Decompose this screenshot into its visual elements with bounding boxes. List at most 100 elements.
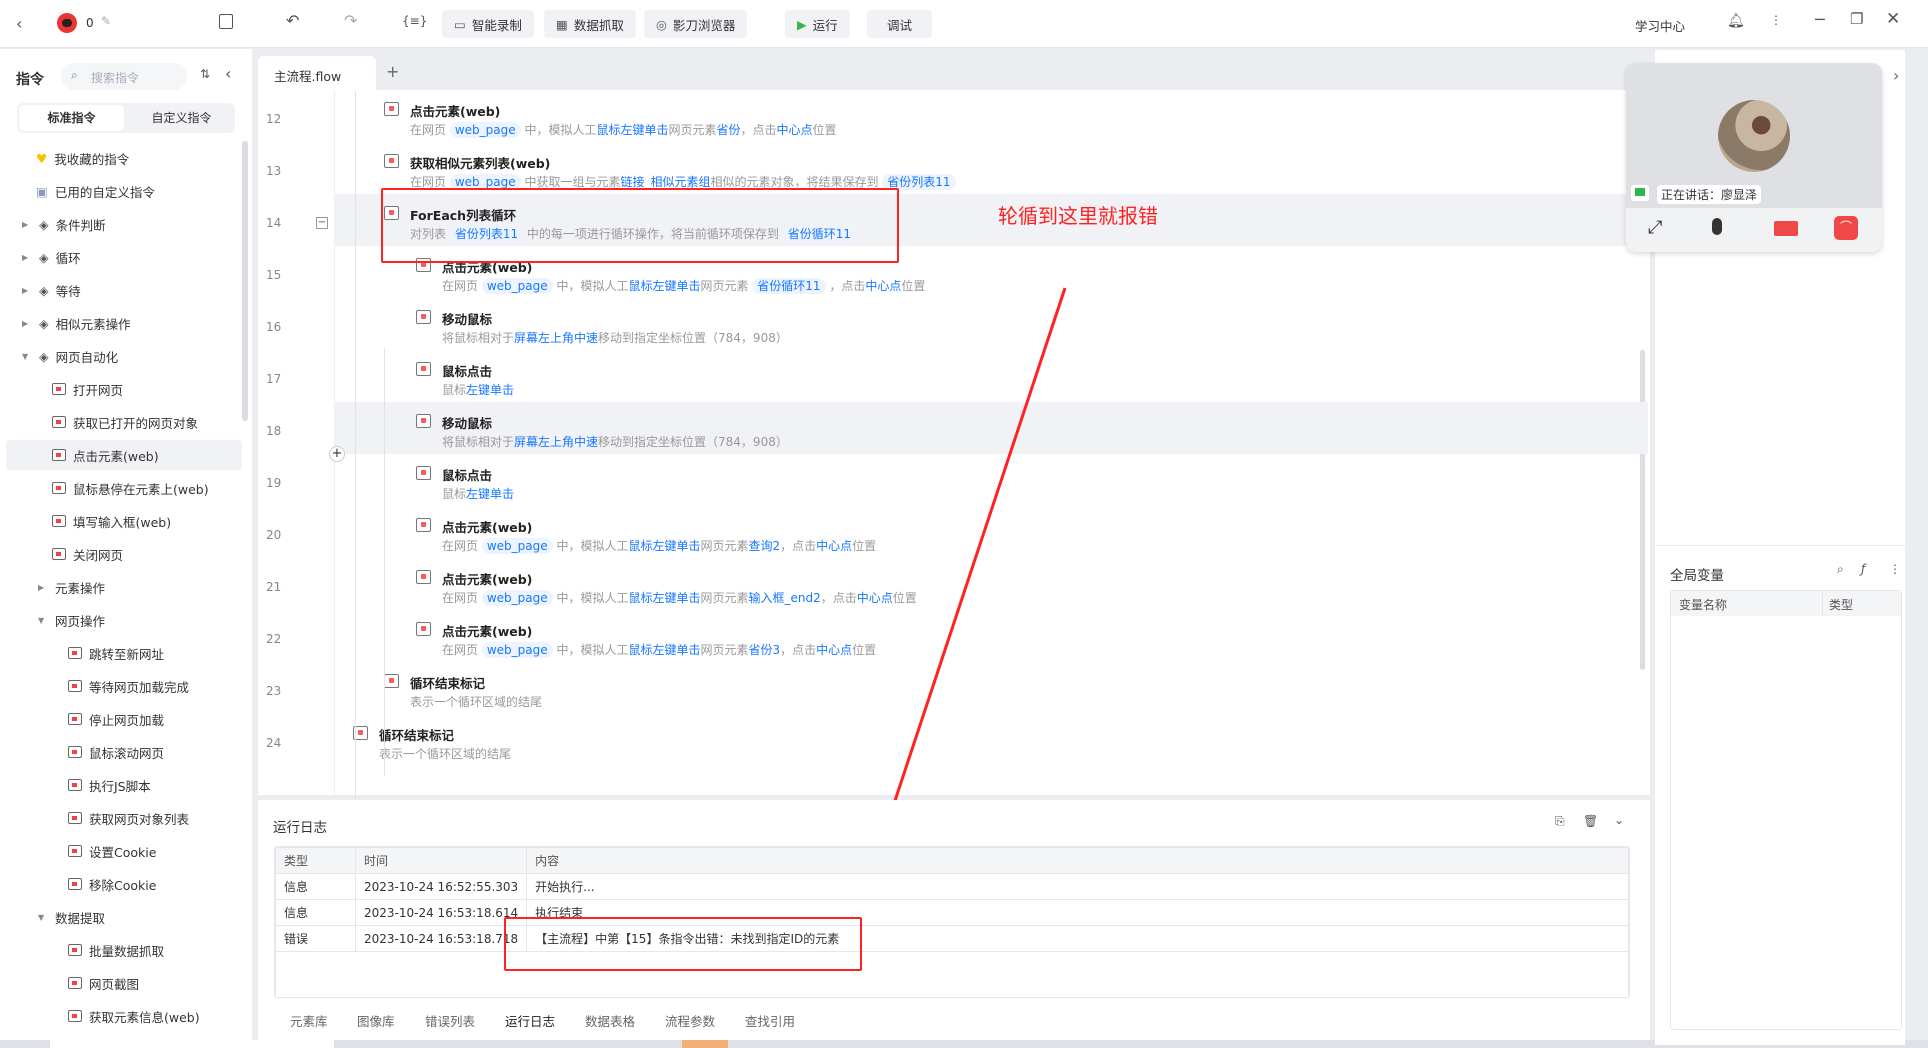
edit-icon[interactable]: ✎	[101, 14, 111, 28]
parameter-link[interactable]: 中心点	[777, 123, 813, 137]
microphone-icon[interactable]	[1712, 218, 1722, 235]
parameter-link[interactable]: 查询2	[748, 539, 780, 553]
sidebar-item[interactable]: 鼠标悬停在元素上(web)	[52, 473, 209, 503]
collapse-loop-icon[interactable]: −	[316, 217, 328, 229]
debug-button[interactable]: 调试	[867, 10, 933, 38]
caret-right-icon[interactable]: ▶	[22, 220, 32, 229]
add-tab-icon[interactable]: +	[386, 62, 399, 81]
sidebar-item[interactable]: ♥ 我收藏的指令	[36, 143, 129, 173]
run-button[interactable]: ▶ 运行	[785, 10, 850, 38]
restore-icon[interactable]: ❐	[1850, 10, 1863, 28]
sidebar-item[interactable]: ▼ 网页操作	[38, 605, 105, 635]
sidebar-scrollbar[interactable]	[242, 141, 248, 421]
bottom-tab[interactable]: 数据表格	[585, 1011, 635, 1030]
sidebar-item[interactable]: 设置Cookie	[68, 836, 156, 866]
sort-icon[interactable]: ⇅	[200, 67, 210, 81]
variable-chip[interactable]: web_page	[449, 122, 521, 138]
parameter-link[interactable]: 省份	[716, 123, 740, 137]
parameter-link[interactable]: 中心点	[857, 591, 893, 605]
parameter-link[interactable]: 输入框_end2	[748, 591, 820, 605]
flow-step[interactable]: 点击元素(web) 在网页 web_page 中，模拟人工鼠标左键单击网页元素省份…	[335, 90, 1648, 142]
bottom-tab[interactable]: 图像库	[357, 1011, 395, 1030]
hang-up-button[interactable]: ⌒	[1834, 216, 1858, 240]
bottom-tab[interactable]: 元素库	[290, 1011, 328, 1030]
back-icon[interactable]: ‹	[16, 14, 22, 33]
sidebar-item[interactable]: ▶ 元素操作	[38, 572, 105, 602]
sidebar-item[interactable]: ▶ ◈ 条件判断	[22, 209, 106, 239]
parameter-link[interactable]: 省份3	[748, 643, 780, 657]
parameter-link[interactable]: 鼠标左键单击	[628, 643, 700, 657]
flow-step[interactable]: 循环结束标记 表示一个循环区域的结尾	[335, 662, 1648, 714]
parameter-link[interactable]: 鼠标左键单击	[628, 539, 700, 553]
flow-step[interactable]: 鼠标点击 鼠标左键单击	[335, 454, 1648, 506]
parameter-link[interactable]: 屏幕左上角中速	[514, 435, 598, 449]
sidebar-item[interactable]: 跳转至新网址	[68, 638, 164, 668]
caret-down-icon[interactable]: ▼	[38, 616, 48, 625]
sidebar-item[interactable]: ▣ 已用的自定义指令	[36, 176, 155, 206]
sidebar-item[interactable]: 关闭网页	[52, 539, 123, 569]
variable-chip[interactable]: web_page	[481, 278, 553, 294]
flow-step[interactable]: 移动鼠标 将鼠标相对于屏幕左上角中速移动到指定坐标位置（784，908）	[335, 402, 1648, 454]
sidebar-item[interactable]: ▶ ◈ 相似元素操作	[22, 308, 131, 338]
smart-record-button[interactable]: ▭ 智能录制	[442, 10, 534, 38]
variable-braces-icon[interactable]: {≡}	[402, 14, 427, 28]
flow-step[interactable]: 循环结束标记 表示一个循环区域的结尾	[335, 714, 1648, 766]
collapse-panel-icon[interactable]: ⌄	[1614, 813, 1624, 827]
parameter-link[interactable]: 左键单击	[466, 487, 514, 501]
add-function-icon[interactable]: ƒ	[1861, 562, 1865, 576]
fullscreen-icon[interactable]: ⤢	[1648, 217, 1662, 238]
sidebar-item[interactable]: ▼ 数据提取	[38, 902, 105, 932]
insert-step-icon[interactable]: +	[329, 446, 345, 462]
caret-down-icon[interactable]: ▼	[38, 913, 48, 922]
parameter-link[interactable]: 鼠标左键单击	[628, 591, 700, 605]
undo-icon[interactable]: ↶	[286, 11, 299, 30]
flow-step[interactable]: 点击元素(web) 在网页 web_page 中，模拟人工鼠标左键单击网页元素查询…	[335, 506, 1648, 558]
more-icon[interactable]: ⋮	[1770, 13, 1782, 27]
flow-step[interactable]: 鼠标点击 鼠标左键单击	[335, 350, 1648, 402]
sidebar-item[interactable]: 批量数据抓取	[68, 935, 164, 965]
parameter-link[interactable]: 链接_相似元素组	[620, 175, 710, 189]
bottom-tab[interactable]: 运行日志	[505, 1011, 555, 1030]
sidebar-item[interactable]: ▼ ◈ 网页自动化	[22, 341, 118, 371]
sidebar-item[interactable]: 打开网页	[52, 374, 123, 404]
sidebar-item[interactable]: ▶ ◈ 循环	[22, 242, 81, 272]
minimize-icon[interactable]: ─	[1815, 10, 1825, 29]
search-variable-icon[interactable]: ⌕	[1837, 562, 1844, 577]
parameter-link[interactable]: 屏幕左上角中速	[514, 331, 598, 345]
horizontal-scrollbar[interactable]	[0, 1040, 1928, 1048]
learning-center-link[interactable]: 学习中心	[1635, 16, 1685, 35]
redo-icon[interactable]: ↷	[344, 11, 357, 30]
export-log-icon[interactable]: ⎘	[1555, 814, 1565, 829]
parameter-link[interactable]: 左键单击	[466, 383, 514, 397]
search-input[interactable]: ⌕ 搜索指令	[61, 63, 187, 90]
variable-chip[interactable]: 省份循环11	[752, 278, 826, 294]
sidebar-item[interactable]: 网页截图	[68, 968, 139, 998]
sidebar-item[interactable]: 移除Cookie	[68, 869, 156, 899]
sidebar-item[interactable]: 填写输入框(web)	[52, 506, 171, 536]
tab-custom[interactable]: 自定义指令	[129, 105, 234, 131]
clear-log-icon[interactable]: 🗑︎	[1583, 814, 1598, 828]
bottom-tab[interactable]: 流程参数	[665, 1011, 715, 1030]
parameter-link[interactable]: 中心点	[816, 539, 852, 553]
save-icon[interactable]	[219, 14, 233, 29]
camera-off-icon[interactable]	[1774, 221, 1798, 236]
sidebar-item[interactable]: 执行JS脚本	[68, 770, 151, 800]
sidebar-item[interactable]: 停止网页加载	[68, 704, 164, 734]
sidebar-item[interactable]: 获取网页对象列表	[68, 803, 189, 833]
sidebar-item[interactable]: 点击元素(web)	[6, 440, 242, 470]
caret-right-icon[interactable]: ▶	[22, 253, 32, 262]
caret-right-icon[interactable]: ▶	[38, 583, 48, 592]
parameter-link[interactable]: 中心点	[865, 279, 901, 293]
bottom-tab[interactable]: 错误列表	[425, 1011, 475, 1030]
sidebar-item[interactable]: 获取已打开的网页对象	[52, 407, 198, 437]
parameter-link[interactable]: 中心点	[816, 643, 852, 657]
expand-right-icon[interactable]: ›	[1893, 66, 1899, 85]
flow-step[interactable]: 点击元素(web) 在网页 web_page 中，模拟人工鼠标左键单击网页元素输入…	[335, 558, 1648, 610]
variable-chip[interactable]: web_page	[481, 590, 553, 606]
bottom-tab[interactable]: 查找引用	[745, 1011, 795, 1030]
variable-chip[interactable]: web_page	[481, 642, 553, 658]
tab-main-flow[interactable]: 主流程.flow	[258, 56, 376, 90]
sidebar-item[interactable]: 获取元素信息(web)	[68, 1001, 200, 1031]
collapse-sidebar-icon[interactable]: ‹	[225, 64, 231, 83]
flow-step[interactable]: 移动鼠标 将鼠标相对于屏幕左上角中速移动到指定坐标位置（784，908）	[335, 298, 1648, 350]
